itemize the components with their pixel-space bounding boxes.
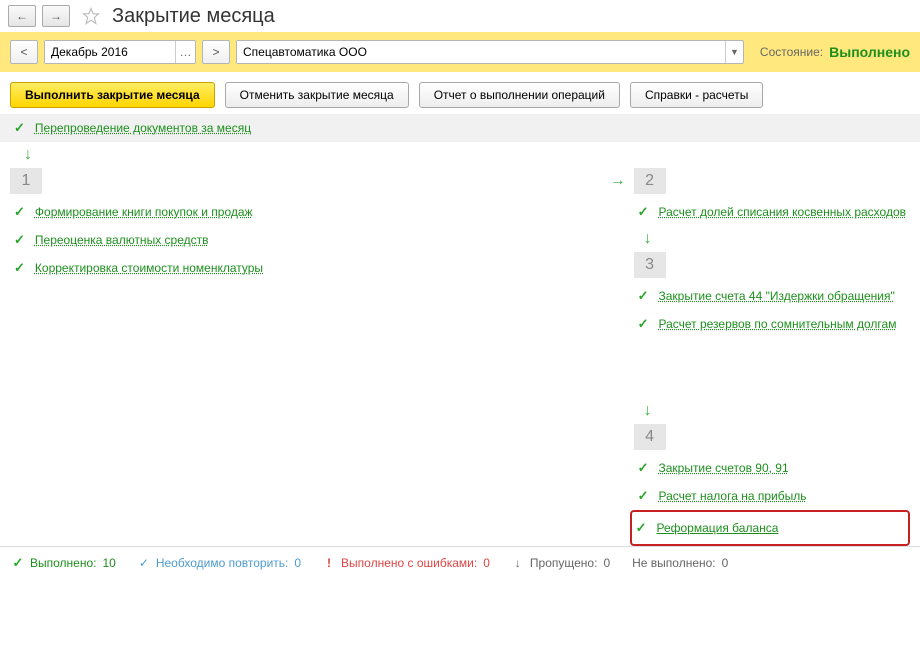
status-repeat: ✓ Необходимо повторить: 0	[138, 556, 301, 570]
skipped-icon: ↓	[512, 556, 524, 570]
check-icon	[12, 555, 24, 571]
operation-link[interactable]: Расчет налога на прибыль	[658, 489, 806, 503]
error-icon: !	[323, 556, 335, 570]
operation-link[interactable]: Формирование книги покупок и продаж	[35, 205, 253, 219]
nav-forward-button[interactable]: →	[42, 5, 70, 27]
period-input[interactable]	[45, 41, 175, 63]
operation-link[interactable]: Корректировка стоимости номенклатуры	[35, 261, 263, 275]
arrow-down-icon: ↓	[644, 230, 910, 248]
operation-row: Расчет налога на прибыль	[634, 482, 910, 510]
highlighted-operation: Реформация баланса	[630, 510, 910, 546]
period-field[interactable]: …	[44, 40, 196, 64]
check-icon	[14, 260, 25, 276]
status-errors: ! Выполнено с ошибками: 0	[323, 556, 490, 570]
operation-link-repost[interactable]: Перепроведение документов за месяц	[35, 121, 251, 135]
run-close-month-button[interactable]: Выполнить закрытие месяца	[10, 82, 215, 108]
operation-link[interactable]: Переоценка валютных средств	[35, 233, 209, 247]
column-1: 1 Формирование книги покупок и продаж Пе…	[10, 168, 600, 546]
status-done: Выполнено: 10	[12, 555, 116, 571]
period-prev-button[interactable]: <	[10, 40, 38, 64]
operation-row: Корректировка стоимости номенклатуры	[10, 254, 600, 282]
operation-link[interactable]: Закрытие счетов 90, 91	[658, 461, 788, 475]
check-icon	[638, 316, 649, 332]
arrow-right-icon: →	[610, 172, 626, 190]
operation-link[interactable]: Расчет резервов по сомнительным долгам	[658, 317, 896, 331]
block-header-1: 1	[10, 168, 42, 194]
status-skipped-count: 0	[603, 556, 610, 570]
status-notdone-count: 0	[722, 556, 729, 570]
repeat-icon: ✓	[138, 556, 150, 570]
organization-dropdown-button[interactable]: ▼	[725, 41, 743, 63]
top-operation-row: Перепроведение документов за месяц	[0, 114, 920, 142]
favorite-star-icon[interactable]	[82, 7, 100, 25]
operation-link[interactable]: Расчет долей списания косвенных расходов	[658, 205, 906, 219]
operation-row: Закрытие счетов 90, 91	[634, 454, 910, 482]
operation-row: Расчет резервов по сомнительным долгам	[634, 310, 910, 338]
status-errors-label: Выполнено с ошибками:	[341, 556, 477, 570]
references-calculations-button[interactable]: Справки - расчеты	[630, 82, 763, 108]
block-header-2: 2	[634, 168, 666, 194]
block-header-3: 3	[634, 252, 666, 278]
operation-row: Реформация баланса	[632, 514, 904, 542]
arrow-down-icon: ↓	[24, 146, 920, 164]
operation-row: Переоценка валютных средств	[10, 226, 600, 254]
organization-field[interactable]: ▼	[236, 40, 744, 64]
cancel-close-month-button[interactable]: Отменить закрытие месяца	[225, 82, 409, 108]
status-repeat-count: 0	[294, 556, 301, 570]
block-header-4: 4	[634, 424, 666, 450]
check-icon	[636, 520, 647, 536]
check-icon	[638, 288, 649, 304]
operation-row: Формирование книги покупок и продаж	[10, 198, 600, 226]
check-icon	[14, 120, 25, 136]
check-icon	[14, 232, 25, 248]
status-skipped-label: Пропущено:	[530, 556, 598, 570]
operations-report-button[interactable]: Отчет о выполнении операций	[419, 82, 620, 108]
status-errors-count: 0	[483, 556, 490, 570]
state-label: Состояние:	[760, 45, 823, 59]
status-skipped: ↓ Пропущено: 0	[512, 556, 610, 570]
check-icon	[638, 488, 649, 504]
status-repeat-label: Необходимо повторить:	[156, 556, 289, 570]
status-done-label: Выполнено:	[30, 556, 96, 570]
check-icon	[638, 460, 649, 476]
period-next-button[interactable]: >	[202, 40, 230, 64]
period-picker-button[interactable]: …	[175, 41, 195, 63]
status-bar: Выполнено: 10 ✓ Необходимо повторить: 0 …	[0, 546, 920, 579]
status-notdone-label: Не выполнено:	[632, 556, 716, 570]
arrow-down-icon: ↓	[644, 402, 910, 420]
status-notdone: Не выполнено: 0	[632, 556, 728, 570]
page-title: Закрытие месяца	[112, 5, 275, 28]
operation-link-reformation[interactable]: Реформация баланса	[656, 521, 778, 535]
column-2: 2 Расчет долей списания косвенных расход…	[634, 168, 910, 546]
operation-row: Расчет долей списания косвенных расходов	[634, 198, 910, 226]
state-value: Выполнено	[829, 44, 910, 60]
operation-link[interactable]: Закрытие счета 44 "Издержки обращения"	[658, 289, 894, 303]
operation-row: Закрытие счета 44 "Издержки обращения"	[634, 282, 910, 310]
organization-input[interactable]	[237, 41, 725, 63]
check-icon	[638, 204, 649, 220]
nav-back-button[interactable]: ←	[8, 5, 36, 27]
status-done-count: 10	[102, 556, 115, 570]
check-icon	[14, 204, 25, 220]
